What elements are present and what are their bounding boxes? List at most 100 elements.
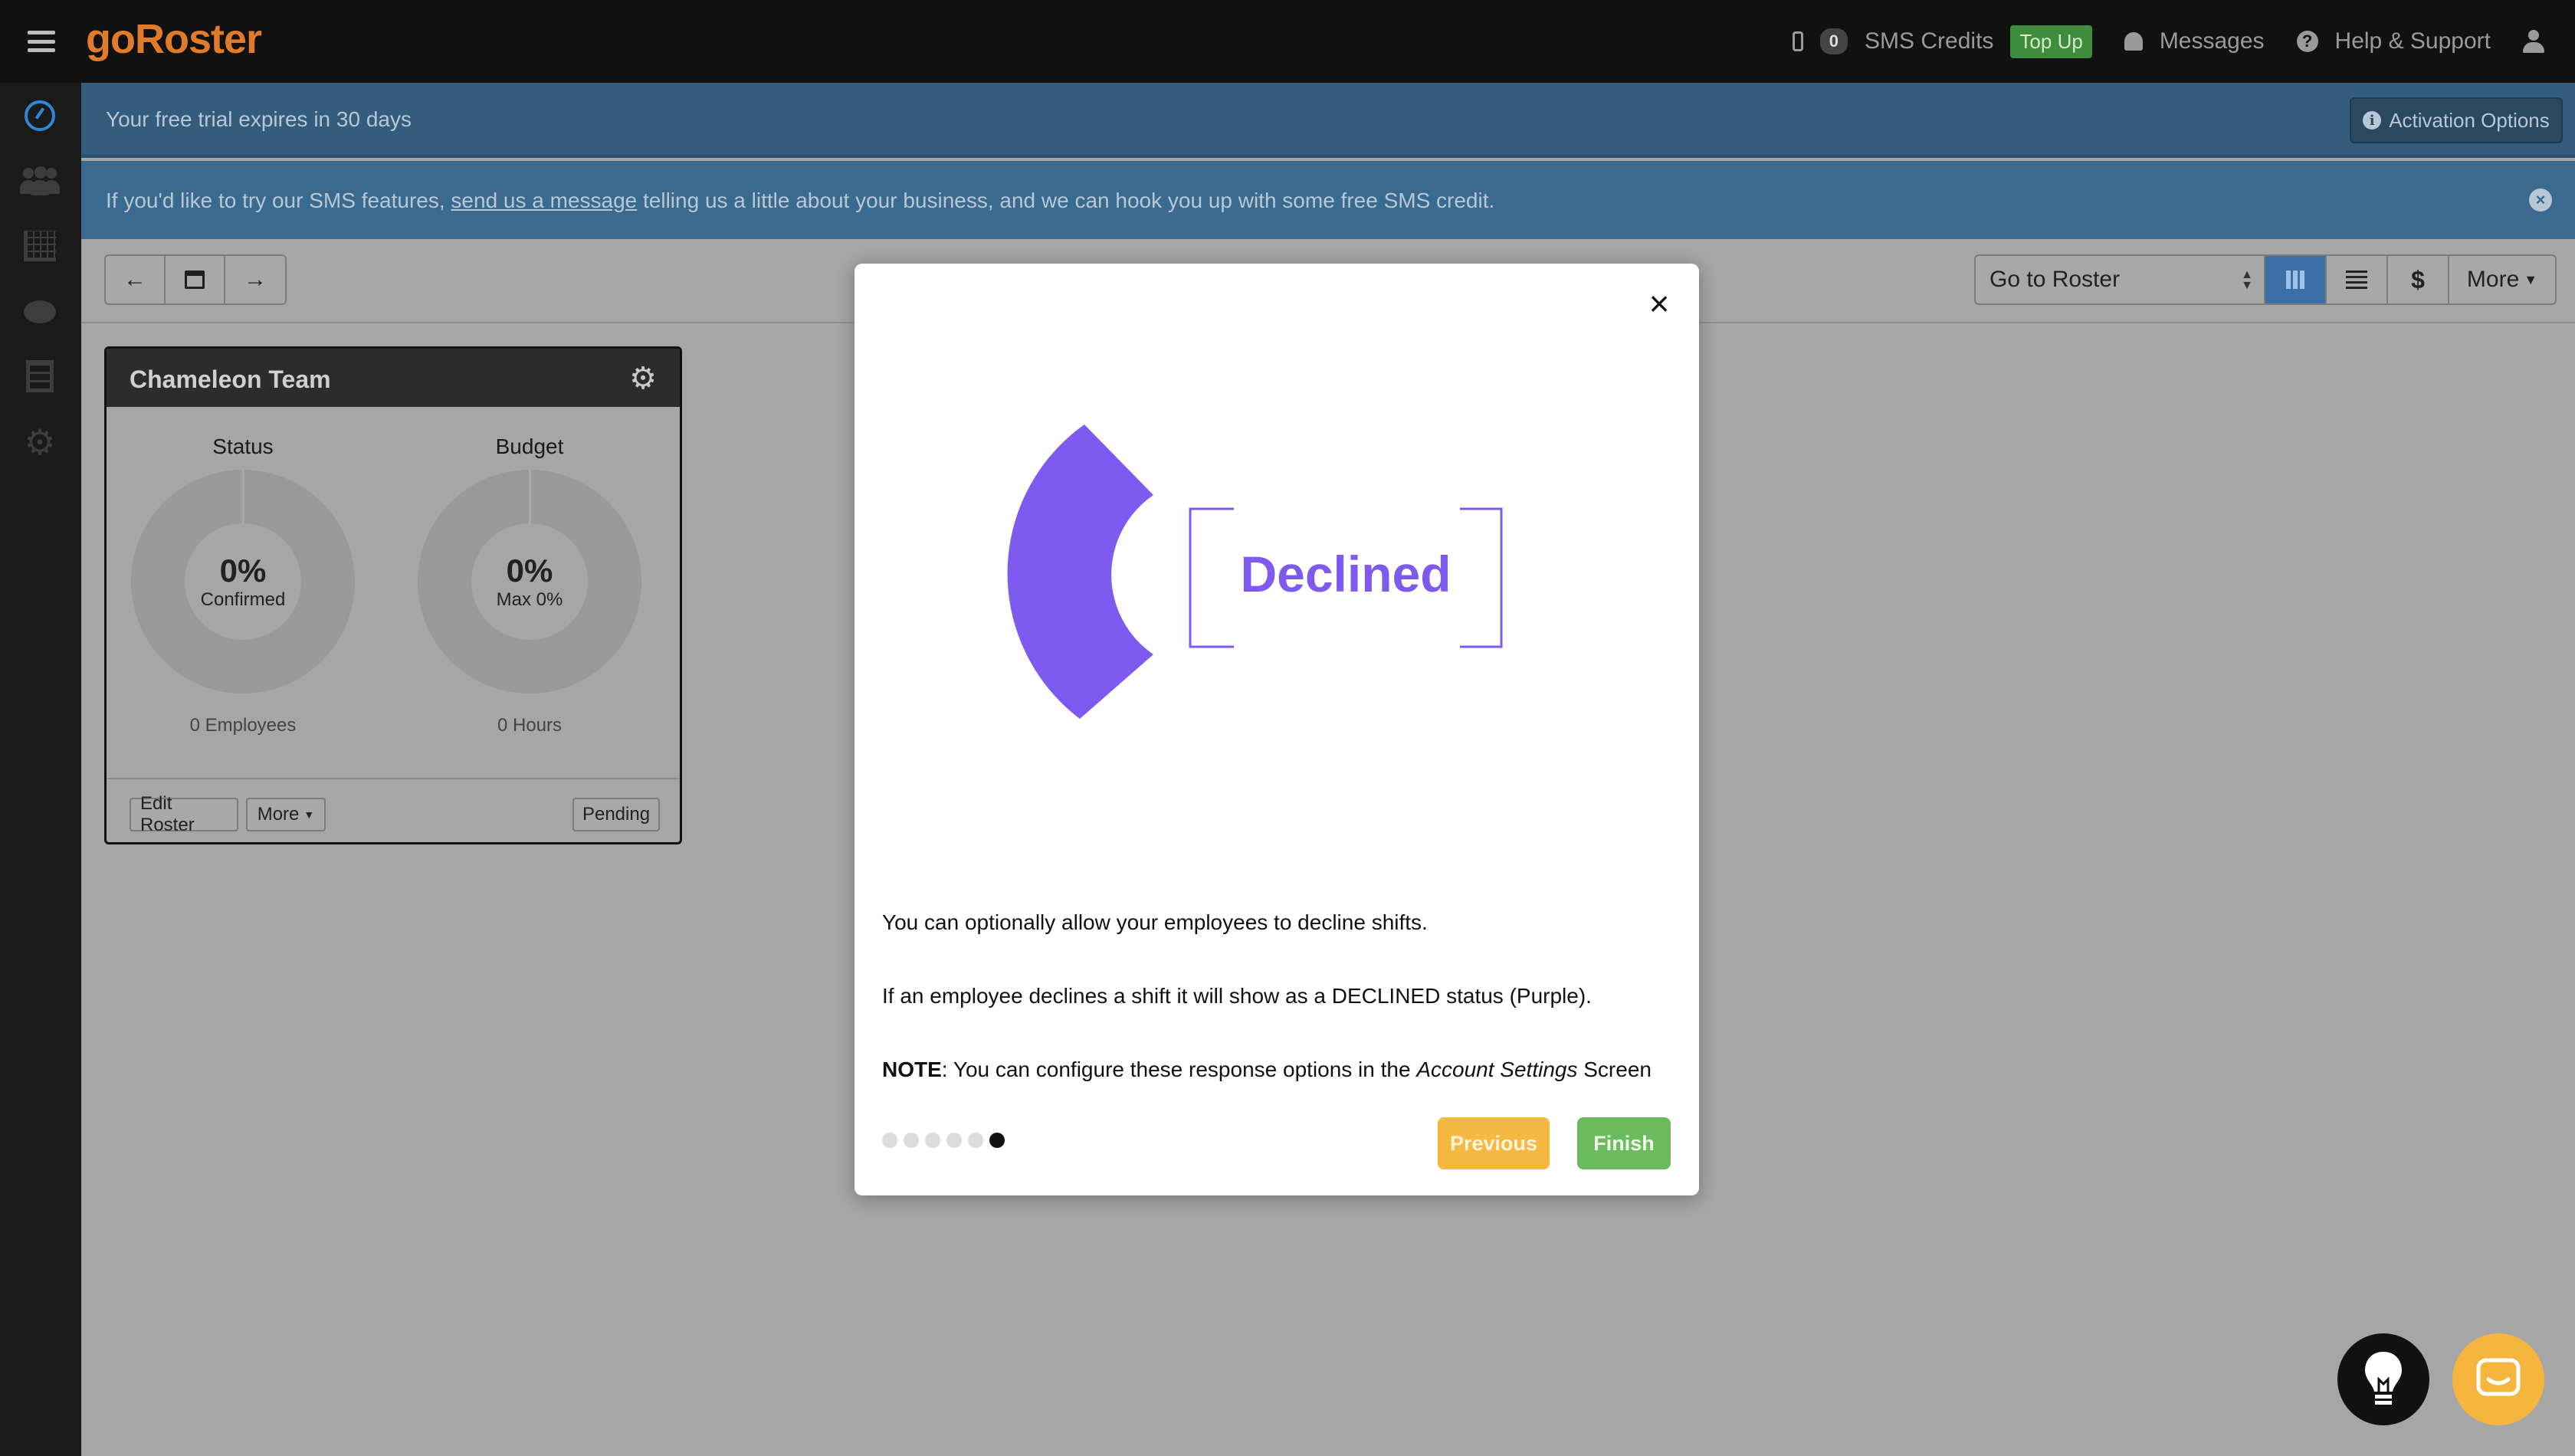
app-logo[interactable]: goRoster [86,15,262,63]
step-dot[interactable] [968,1133,983,1148]
sms-credit-count-badge: 0 [1819,28,1848,54]
arrow-left-icon: ← [123,267,146,292]
grid-icon [2286,271,2304,289]
step-dots [882,1133,1005,1148]
status-donut: 0% Confirmed [131,470,355,694]
go-to-roster-select[interactable]: Go to Roster ▲ ▼ [1974,254,2265,305]
sidebar-item-people[interactable] [20,164,60,199]
sms-text-before: If you'd like to try our SMS features, [106,189,451,212]
sidebar-item-media[interactable] [20,359,60,394]
sidebar-item-messages[interactable] [20,294,60,330]
top-up-button[interactable]: Top Up [2010,25,2092,58]
left-sidebar: ⚙ [0,83,81,1456]
grid-view-button[interactable] [2265,254,2327,305]
help-support-link[interactable]: Help & Support [2335,28,2491,54]
modal-line-1: You can optionally allow your employees … [882,910,1428,934]
step-dot[interactable] [904,1133,919,1148]
note-emphasis: Account Settings [1416,1058,1578,1081]
declined-illustration: Declined [1007,425,1503,719]
status-metric: Status 0% Confirmed 0 Employees [128,435,358,736]
arrow-right-icon: → [244,267,267,292]
dashboard-icon [25,100,55,131]
chart-icon [24,231,56,261]
sms-text-after: telling us a little about your business,… [637,189,1495,212]
purple-arc-shape [1007,425,1153,719]
lightbulb-button[interactable] [2337,1333,2429,1425]
team-card-header: Chameleon Team ⚙ [107,349,680,407]
film-icon [26,360,54,392]
chat-icon [24,300,56,323]
budget-value: 0% [506,553,553,589]
date-nav-group: ← → [104,254,287,305]
send-message-link[interactable]: send us a message [451,189,637,212]
onboarding-modal: × Declined You can optionally allow your… [855,264,1699,1195]
team-more-button[interactable]: More ▼ [246,798,326,831]
sidebar-item-dashboard[interactable] [20,98,60,133]
finish-button[interactable]: Finish [1577,1117,1671,1169]
trial-text: Your free trial expires in 30 days [106,107,412,131]
info-icon: i [2363,111,2382,130]
sms-banner: If you'd like to try our SMS features, s… [81,161,2575,239]
close-banner-icon[interactable]: × [2529,189,2552,212]
budget-metric: Budget 0% Max 0% 0 Hours [415,435,645,736]
step-dot[interactable] [882,1133,897,1148]
logo-roster-text: Roster [134,16,262,62]
calendar-button[interactable] [166,256,225,303]
note-text: : You can configure these response optio… [941,1058,1417,1081]
list-view-button[interactable] [2327,254,2388,305]
lightbulb-icon [2365,1352,2402,1405]
cost-view-button[interactable]: $ [2388,254,2449,305]
budget-foot: 0 Hours [497,715,563,736]
help-icon[interactable]: ? [2296,31,2318,52]
team-card-divider [107,778,680,779]
chat-bubble-icon [2476,1358,2521,1396]
close-icon[interactable]: × [1642,286,1676,321]
more-dropdown-button[interactable]: More ▼ [2449,254,2557,305]
status-sub: Confirmed [200,589,286,610]
sms-banner-text: If you'd like to try our SMS features, s… [106,189,1494,213]
more-label: More [2466,267,2520,292]
messages-link[interactable]: Messages [2160,28,2265,54]
chat-launcher-button[interactable] [2452,1333,2544,1425]
step-dot[interactable] [989,1133,1005,1148]
bracket-left [1189,507,1234,648]
prev-arrow-button[interactable]: ← [106,256,166,303]
phone-icon [1792,31,1803,51]
budget-label: Budget [495,435,564,458]
list-icon [2346,271,2367,289]
next-arrow-button[interactable]: → [225,256,285,303]
sms-credits-label[interactable]: SMS Credits [1865,28,1993,54]
edit-roster-button[interactable]: Edit Roster [130,793,238,835]
gear-icon: ⚙ [24,422,56,462]
top-right-menu: 0 SMS Credits Top Up Messages ? Help & S… [1792,0,2544,83]
sidebar-item-reports[interactable] [20,228,60,264]
dollar-icon: $ [2411,265,2425,293]
team-title: Chameleon Team [130,366,331,393]
pending-button[interactable]: Pending [572,798,660,831]
status-value: 0% [219,553,267,589]
modal-note: NOTE: You can configure these response o… [882,1058,1652,1082]
team-card: Chameleon Team ⚙ Status 0% Confirmed 0 E… [104,346,682,844]
activation-options-button[interactable]: i Activation Options [2350,97,2563,143]
step-dot[interactable] [925,1133,940,1148]
modal-line-2: If an employee declines a shift it will … [882,984,1592,1008]
hamburger-menu-icon[interactable] [28,31,55,52]
bell-icon[interactable] [2124,32,2143,51]
step-dot[interactable] [946,1133,962,1148]
declined-badge-text: Declined [1240,546,1451,602]
activation-options-label: Activation Options [2389,108,2550,132]
calendar-icon [185,271,205,289]
caret-down-icon: ▼ [303,808,315,821]
user-icon[interactable] [2523,30,2544,53]
budget-donut: 0% Max 0% [418,470,641,694]
sidebar-item-settings[interactable]: ⚙ [20,425,60,460]
previous-button[interactable]: Previous [1438,1117,1550,1169]
go-to-roster-value: Go to Roster [1989,267,2121,292]
logo-go-text: go [86,16,136,62]
status-label: Status [212,435,274,458]
note-label: NOTE [882,1058,942,1081]
trial-banner: Your free trial expires in 30 days i Act… [81,83,2575,158]
team-gear-icon[interactable]: ⚙ [629,361,657,396]
status-foot: 0 Employees [189,715,297,736]
people-icon [20,166,60,195]
